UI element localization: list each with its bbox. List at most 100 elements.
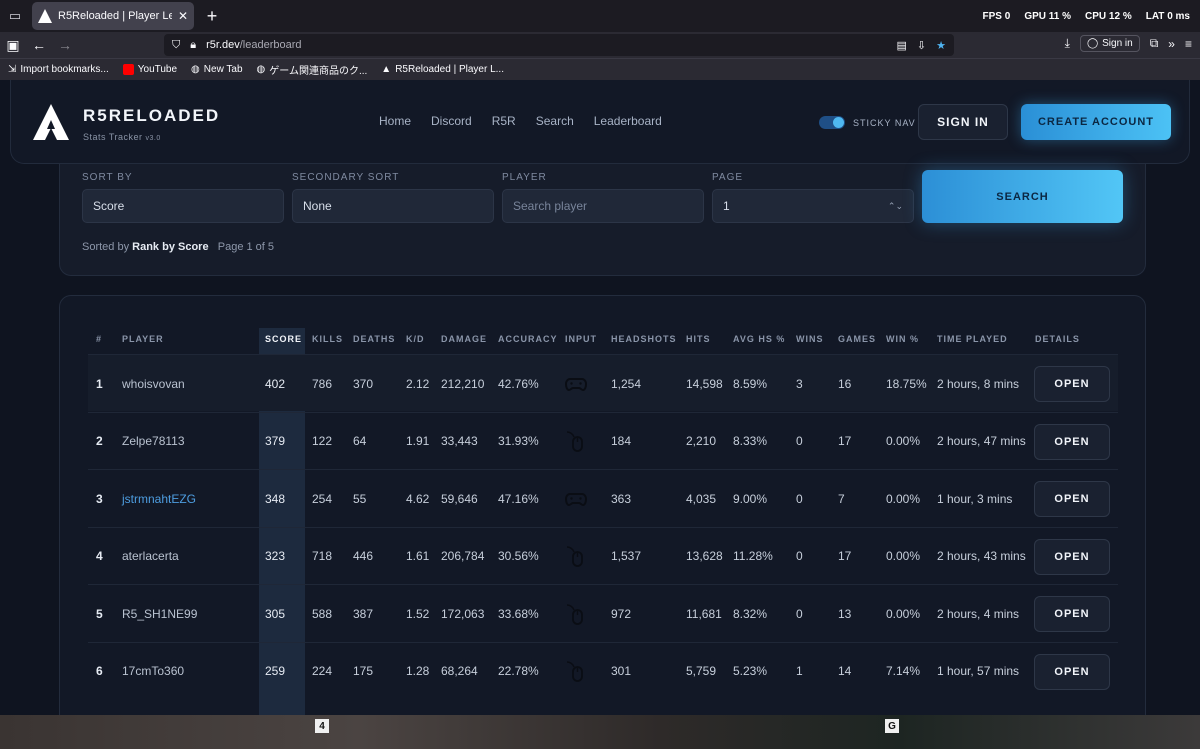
- save-page-icon[interactable]: ⇩: [917, 39, 926, 52]
- bookmark-newtab[interactable]: ◍ New Tab: [191, 64, 242, 75]
- page-number-value: 1: [723, 199, 730, 213]
- brand-name: R5RELOADED: [83, 106, 221, 125]
- search-button[interactable]: SEARCH: [922, 170, 1123, 223]
- page-label: PAGE: [712, 172, 744, 183]
- bookmark-youtube[interactable]: YouTube: [122, 64, 177, 75]
- column-header-wins[interactable]: WINS: [796, 334, 824, 344]
- cell-avg-hs: 11.28%: [733, 549, 773, 563]
- column-header-time-played[interactable]: TIME PLAYED: [937, 334, 1008, 344]
- column-header-player[interactable]: PLAYER: [122, 334, 164, 344]
- toggle-switch[interactable]: [819, 116, 845, 129]
- cell-player[interactable]: aterlacerta: [122, 528, 179, 585]
- r5-favicon-icon: ▲: [381, 64, 392, 75]
- sort-summary: Sorted by Rank by Score Page 1 of 5: [82, 241, 275, 253]
- column-header-damage[interactable]: DAMAGE: [441, 334, 487, 344]
- nav-search[interactable]: Search: [536, 114, 574, 128]
- open-details-button[interactable]: OPEN: [1034, 538, 1110, 575]
- cell-hits: 2,210: [686, 434, 717, 448]
- new-tab-button[interactable]: +: [198, 6, 226, 27]
- cell-player[interactable]: R5_SH1NE99: [122, 585, 197, 642]
- account-signin-button[interactable]: ◯ Sign in: [1079, 35, 1140, 52]
- menu-icon[interactable]: ≡: [1185, 37, 1192, 51]
- nav-home[interactable]: Home: [379, 114, 411, 128]
- nav-leaderboard[interactable]: Leaderboard: [594, 114, 662, 128]
- gpu-readout: GPU 11 %: [1024, 10, 1072, 22]
- cell-player[interactable]: whoisvovan: [122, 355, 185, 412]
- cell-accuracy: 30.56%: [498, 549, 539, 563]
- overflow-chevron-icon[interactable]: »: [1168, 37, 1175, 51]
- keybind-g: G: [885, 719, 899, 733]
- cell-rank: 5: [96, 606, 103, 621]
- cell-player[interactable]: 17cmTo360: [122, 643, 184, 700]
- cell-player[interactable]: jstrmnahtEZG: [122, 470, 196, 527]
- cell-damage: 212,210: [441, 376, 485, 391]
- column-header-score[interactable]: SCORE: [265, 334, 302, 344]
- bookmark-star-icon[interactable]: ★: [936, 39, 946, 52]
- column-header-win[interactable]: WIN %: [886, 334, 919, 344]
- cell-kd: 1.28: [406, 664, 430, 678]
- player-search-input[interactable]: Search player: [502, 189, 704, 223]
- mouse-icon: [566, 603, 583, 625]
- open-details-button[interactable]: OPEN: [1034, 481, 1110, 517]
- cell-score: 259: [265, 664, 286, 678]
- cell-headshots: 363: [611, 491, 632, 506]
- back-button[interactable]: ←: [26, 37, 52, 53]
- column-header-headshots[interactable]: HEADSHOTS: [611, 334, 677, 344]
- cell-headshots: 184: [611, 434, 632, 448]
- bookmark-import[interactable]: ⇲ Import bookmarks...: [8, 64, 109, 75]
- column-header-kills[interactable]: KILLS: [312, 334, 343, 344]
- nav-discord[interactable]: Discord: [431, 114, 472, 128]
- column-header-games[interactable]: GAMES: [838, 334, 876, 344]
- extensions-icon[interactable]: ⧉: [1150, 36, 1159, 51]
- column-header-deaths[interactable]: DEATHS: [353, 334, 395, 344]
- cell-input: [565, 643, 587, 700]
- open-details-button[interactable]: OPEN: [1034, 596, 1110, 632]
- table-row: 1 whoisvovan 402 786 370 2.12 212,210 42.76% 1,2…: [88, 354, 1118, 411]
- table-header: # PLAYER SCORE KILLS DEATHS K/D DAMAGE ACCURACY…: [60, 334, 1147, 350]
- secondary-sort-select[interactable]: None: [292, 189, 494, 223]
- cell-deaths: 387: [353, 606, 374, 621]
- cell-player[interactable]: Zelpe78113: [122, 413, 185, 470]
- tab-close-icon[interactable]: ✕: [178, 9, 188, 23]
- create-account-button[interactable]: CREATE ACCOUNT: [1021, 104, 1171, 140]
- cell-input: [565, 528, 587, 585]
- cell-wins: 3: [796, 376, 803, 391]
- url-bar[interactable]: ⛉ 🔒︎ r5r.dev/leaderboard ▤ ⇩ ★: [164, 34, 954, 56]
- tab-list-icon[interactable]: ▭: [0, 0, 30, 32]
- sticky-nav-label: STICKY NAV: [853, 117, 916, 128]
- page-number-input[interactable]: 1 ⌃⌄: [712, 189, 914, 223]
- stepper-icon[interactable]: ⌃⌄: [888, 201, 903, 212]
- cell-accuracy: 42.76%: [498, 376, 539, 391]
- reader-view-icon[interactable]: ▤: [897, 39, 907, 52]
- filters-panel: SORT BY Score SECONDARY SORT None PLAYER…: [59, 164, 1146, 276]
- cell-damage: 206,784: [441, 549, 485, 563]
- cell-kills: 786: [312, 376, 333, 391]
- column-header-input[interactable]: INPUT: [565, 334, 597, 344]
- column-header-k-d[interactable]: K/D: [406, 334, 425, 344]
- cell-games: 14: [838, 664, 852, 678]
- nav-r5r[interactable]: R5R: [492, 114, 516, 128]
- cell-wins: 0: [796, 549, 803, 563]
- sticky-nav-toggle[interactable]: STICKY NAV: [819, 116, 916, 129]
- cell-rank: 1: [96, 376, 103, 391]
- open-details-button[interactable]: OPEN: [1034, 423, 1110, 460]
- browser-tab-active[interactable]: R5Reloaded | Player Leaderboar ✕: [32, 2, 194, 30]
- open-details-button[interactable]: OPEN: [1034, 366, 1110, 402]
- cell-avg-hs: 8.33%: [733, 434, 768, 448]
- r5-logo-icon: [33, 104, 69, 140]
- table-row: 2 Zelpe78113 379 122 64 1.91 33,443 31.93% 184 2,…: [88, 411, 1118, 470]
- column-header-avg-hs[interactable]: AVG HS %: [733, 334, 785, 344]
- sort-by-select[interactable]: Score: [82, 189, 284, 223]
- bookmark-r5reloaded[interactable]: ▲ R5Reloaded | Player L...: [381, 64, 504, 75]
- cell-wins: 0: [796, 434, 803, 448]
- shield-icon: ⛉: [172, 38, 181, 51]
- forward-button[interactable]: →: [52, 37, 78, 53]
- sign-in-button[interactable]: SIGN IN: [918, 104, 1008, 140]
- open-details-button[interactable]: OPEN: [1034, 653, 1110, 690]
- downloads-icon[interactable]: ⤓: [1065, 36, 1070, 51]
- column-header-hits[interactable]: HITS: [686, 334, 711, 344]
- site-nav: Home Discord R5R Search Leaderboard: [379, 114, 662, 128]
- sidebar-toggle-icon[interactable]: ▣: [0, 37, 26, 54]
- bookmark-game[interactable]: ◍ ゲーム関連商品のク...: [257, 62, 368, 77]
- column-header-accuracy[interactable]: ACCURACY: [498, 334, 558, 344]
